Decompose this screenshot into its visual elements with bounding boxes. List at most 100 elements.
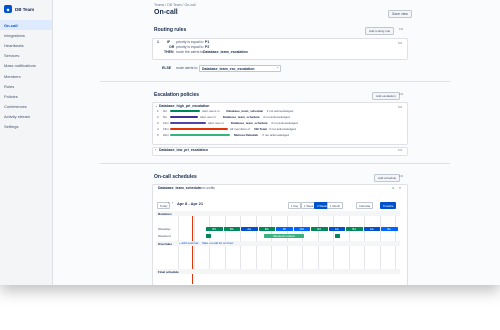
policy1-more-icon[interactable]: ••• xyxy=(398,104,402,109)
take-on-call-button[interactable]: Take on-call for an hour xyxy=(202,241,233,245)
step-target[interactable]: DB Team xyxy=(254,127,267,131)
chevron-right-icon[interactable]: › xyxy=(155,148,156,152)
sidebar-item-on-call[interactable]: On-call xyxy=(0,20,52,31)
rotation2-shift[interactable] xyxy=(206,234,211,238)
step-number: 1 xyxy=(157,109,159,113)
policy2-name[interactable]: Database_low_pri_escalation xyxy=(159,148,208,152)
step-time: 10m xyxy=(163,121,169,125)
breadcrumb-team[interactable]: DB Team xyxy=(167,3,181,7)
step-tail: if not acknowledged xyxy=(262,133,290,137)
else-text: route alerts to xyxy=(176,66,198,70)
rotation2-tag[interactable]: Weekend rotation xyxy=(264,234,304,238)
rotation1-shift[interactable]: BA xyxy=(258,227,275,231)
rotation1-name[interactable]: Weekday xyxy=(158,227,170,231)
rotation1-shift[interactable]: MI xyxy=(276,227,293,231)
chevron-down-icon[interactable]: ⌄ xyxy=(276,65,279,69)
sidebar-item-roles[interactable]: Roles xyxy=(0,81,52,91)
step-bar xyxy=(170,110,200,112)
rule-more-icon[interactable]: ••• xyxy=(398,40,402,45)
schedules-title: On-call schedules xyxy=(154,174,197,180)
policy1-name[interactable]: Database_high_pri_escalation xyxy=(159,104,209,108)
escalation-title: Escalation policies xyxy=(154,92,200,98)
else-target-select[interactable]: Database_team_esc_escalation xyxy=(199,65,281,72)
add-routing-rule-button[interactable]: Add routing rule xyxy=(365,27,395,35)
step-time: 0m xyxy=(163,109,168,113)
rotation1-shift[interactable]: AA xyxy=(328,227,345,231)
step-time: 20m xyxy=(163,133,169,137)
rotation1-shift[interactable]: AA xyxy=(363,227,380,231)
rotation1-shift[interactable]: Bo xyxy=(381,227,398,231)
step-target[interactable]: Database_team_schedule xyxy=(231,121,268,125)
rotation2-shift[interactable] xyxy=(335,234,340,238)
step-target[interactable]: Database_team_schedule xyxy=(226,109,263,113)
prev-icon[interactable]: ‹ xyxy=(168,201,169,205)
step-text: All members of xyxy=(230,127,251,131)
breadcrumb-current: On-call xyxy=(184,3,196,7)
step-tail: if not acknowledged xyxy=(263,115,290,119)
schedules-more-icon[interactable]: ••• xyxy=(399,173,403,178)
step-target[interactable]: Database_team_schedule xyxy=(223,115,260,119)
rotation1-shift[interactable]: BA xyxy=(223,227,240,231)
view-option[interactable]: 1 Month xyxy=(327,202,344,209)
section-divider xyxy=(100,163,450,164)
sidebar-item-policies[interactable]: Policies xyxy=(0,91,52,101)
sidebar-item-mass-notifications[interactable]: Mass notifications xyxy=(0,61,52,71)
add-schedule-button[interactable]: Add schedule xyxy=(374,174,401,182)
date-range: Apr 8 - Apr 21 xyxy=(177,201,204,206)
sidebar-item-integrations[interactable]: Integrations xyxy=(0,30,52,40)
page-title: On-call xyxy=(154,9,178,16)
rotation1-shift[interactable]: MH xyxy=(293,227,310,231)
step-bar xyxy=(170,134,230,136)
rotation1-shift[interactable]: BA xyxy=(346,227,363,231)
step-tail: if not acknowledged xyxy=(269,127,296,131)
rule-or-label: OR xyxy=(169,45,175,49)
step-bar xyxy=(170,116,198,118)
sidebar: ◆ DB Team On-call Integrations Heartbeat… xyxy=(0,0,53,285)
status-dot-icon: ● xyxy=(392,186,395,190)
rule-number: 1 xyxy=(157,40,159,44)
breadcrumb: Teams / DB Team / On-call xyxy=(154,3,196,7)
rule-cond1-text: priority is equal to xyxy=(176,40,204,44)
rotation2-name[interactable]: Weekend xyxy=(158,234,171,238)
rule-cond2-value: P2 xyxy=(205,45,210,49)
sidebar-item-services[interactable]: Services xyxy=(0,51,52,61)
next-icon[interactable]: › xyxy=(172,201,173,205)
chevron-down-icon[interactable]: ⌄ xyxy=(155,104,158,108)
add-escalation-button[interactable]: Add escalation xyxy=(372,92,400,100)
step-tail: if not acknowledged xyxy=(271,121,298,125)
sidebar-item-heartbeats[interactable]: Heartbeats xyxy=(0,40,52,50)
sidebar-item-settings[interactable]: Settings xyxy=(0,122,52,132)
save-view-button[interactable]: Save view xyxy=(388,10,412,18)
rotation1-shift[interactable]: AA xyxy=(241,227,258,231)
timeline-view-button[interactable]: Timeline xyxy=(380,202,397,209)
sidebar-item-conferences[interactable]: Conferences xyxy=(0,102,52,112)
routing-more-icon[interactable]: ••• xyxy=(399,26,403,31)
edit-icon[interactable]: ✎ xyxy=(211,186,214,190)
step-bar xyxy=(170,122,206,124)
sidebar-item-members[interactable]: Members xyxy=(0,71,52,81)
step-text: Alert user in xyxy=(200,115,217,119)
sidebar-item-activity-stream[interactable]: Activity stream xyxy=(0,112,52,122)
step-time: 15m xyxy=(163,127,169,131)
rotation1-shift[interactable]: BA xyxy=(311,227,328,231)
view-option[interactable]: 1 Day xyxy=(288,202,302,209)
calendar-view-button[interactable]: Calendar xyxy=(356,202,374,209)
step-text: Alert user in xyxy=(208,121,225,125)
rotations-label: Rotations xyxy=(158,212,172,216)
policy2-more-icon[interactable]: ••• xyxy=(398,147,402,152)
close-icon[interactable]: × xyxy=(399,186,401,190)
rule-then-target[interactable]: Database_team_escalation xyxy=(203,50,248,54)
rotation1-shift[interactable]: BA xyxy=(206,227,223,231)
overrides-label: Overrides xyxy=(158,242,173,246)
escalation-more-icon[interactable]: ••• xyxy=(399,91,403,96)
schedule-name[interactable]: Database_team_schedule xyxy=(158,186,201,190)
rule-then-text: route the alerts to xyxy=(176,50,204,54)
section-divider xyxy=(100,81,450,82)
team-header[interactable]: ◆ DB Team xyxy=(0,0,52,20)
add-override-button[interactable]: + Add override xyxy=(179,241,198,245)
app-window: ◆ DB Team On-call Integrations Heartbeat… xyxy=(0,0,500,285)
step-tail: if not acknowledged xyxy=(266,109,294,113)
breadcrumb-teams[interactable]: Teams xyxy=(154,3,164,7)
step-target[interactable]: Melissa Rebekah xyxy=(234,133,258,137)
rule-cond2-text: priority is equal to xyxy=(176,45,204,49)
